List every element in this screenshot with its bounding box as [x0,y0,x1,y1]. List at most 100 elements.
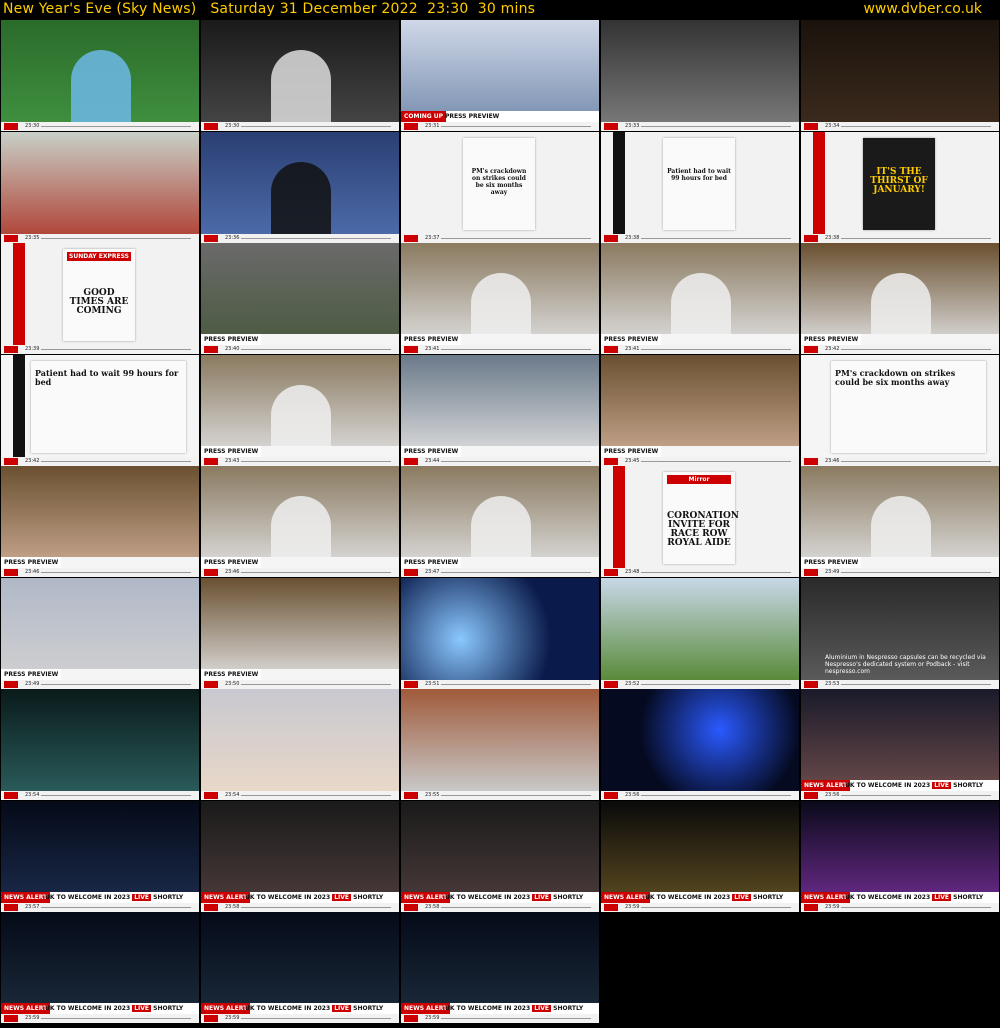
thumbnail[interactable]: NEWS ALERT UK TO WELCOME IN 2023 LIVE SHO… [401,801,599,912]
thumbnail-scene: Aluminium in Nespresso capsules can be r… [801,578,999,680]
thumbnail[interactable]: PRESS PREVIEW 23:40 [201,243,399,354]
news-ticker: 23:59 [1,1014,199,1023]
thumbnail[interactable]: 23:52 [601,578,799,689]
banner-headline: UK TO WELCOME IN 2023 LIVE SHORTLY [645,892,783,903]
thumbnail[interactable]: PRESS PREVIEW 23:41 [601,243,799,354]
thumbnail[interactable]: 23:51 [401,578,599,689]
sky-news-logo-icon [804,792,818,799]
thumbnail[interactable]: 23:35 [1,132,199,243]
thumbnail-scene [1,20,199,122]
thumbnail[interactable]: PM's crackdown on strikes could be six m… [401,132,599,243]
ticker-text-line [241,572,391,573]
thumbnail[interactable]: PRESS PREVIEW 23:46 [201,466,399,577]
thumbnail-scene: IT'S THE THIRST OF JANUARY! [801,132,999,234]
press-preview-tag: PRESS PREVIEW [801,557,862,568]
thumbnail[interactable]: SUNDAY EXPRESS GOOD TIMES ARE COMING 23:39 [1,243,199,354]
news-ticker: 23:59 [201,1014,399,1023]
ticker-time: 23:54 [225,792,240,798]
ticker-text-line [641,572,791,573]
figure-shape [271,50,331,122]
thumbnail[interactable]: 23:54 [201,689,399,800]
thumbnail[interactable]: Aluminium in Nespresso capsules can be r… [801,578,999,689]
ticker-time: 23:37 [425,235,440,241]
ticker-time: 23:59 [425,1015,440,1021]
thumbnail[interactable]: PM's crackdown on strikes could be six m… [801,355,999,466]
thumbnail[interactable]: 23:55 [401,689,599,800]
thumbnail[interactable]: 23:56 [601,689,799,800]
thumbnail[interactable]: NEWS ALERT UK TO WELCOME IN 2023 LIVE SHO… [601,801,799,912]
thumbnail[interactable]: 23:54 [1,689,199,800]
lower-third-banner: PRESS PREVIEW [601,334,799,345]
ticker-text-line [241,238,391,239]
thumbnail[interactable]: PRESS PREVIEW 23:45 [601,355,799,466]
thumbnail[interactable]: NEWS ALERT UK TO WELCOME IN 2023 LIVE SHO… [801,801,999,912]
thumbnail[interactable]: NEWS ALERT UK TO WELCOME IN 2023 LIVE SHO… [401,912,599,1023]
ticker-time: 23:58 [425,904,440,910]
paper-masthead-text: SUNDAY EXPRESS [69,253,129,260]
press-preview-tag: PRESS PREVIEW [201,669,262,680]
ticker-text-line [441,572,591,573]
banner-headline: UK TO WELCOME IN 2023 LIVE SHORTLY [445,1003,583,1014]
thumbnail-scene [601,801,799,903]
thumbnail[interactable]: NEWS ALERT UK TO WELCOME IN 2023 LIVE SHO… [1,912,199,1023]
newspaper-front-page: Patient had to wait 99 hours for bed [663,138,735,230]
thumbnail[interactable]: PRESS PREVIEW 23:42 [801,243,999,354]
thumbnail[interactable]: NEWS ALERT UK TO WELCOME IN 2023 LIVE SHO… [801,689,999,800]
ticker-text-line [41,572,191,573]
newspaper-front-page: PM's crackdown on strikes could be six m… [831,361,986,453]
thumbnail[interactable]: PRESS PREVIEW 23:43 [201,355,399,466]
live-tag: LIVE [732,894,752,901]
sky-news-logo-icon [204,346,218,353]
lower-third-banner: PRESS PREVIEW [801,334,999,345]
thumbnail[interactable]: NEWS ALERT UK TO WELCOME IN 2023 LIVE SHO… [1,801,199,912]
news-ticker: 23:51 [401,680,599,689]
newspaper-front-page: SUNDAY EXPRESS GOOD TIMES ARE COMING [63,249,135,341]
ticker-time: 23:35 [25,235,40,241]
thumbnail[interactable]: PRESS PREVIEW 23:44 [401,355,599,466]
thumbnail[interactable]: Patient had to wait 99 hours for bed 23:3… [601,132,799,243]
thumbnail[interactable]: NEWS ALERT UK TO WELCOME IN 2023 LIVE SHO… [201,912,399,1023]
thumbnail[interactable]: IT'S THE THIRST OF JANUARY! 23:38 [801,132,999,243]
thumbnail[interactable]: 23:33 [601,20,799,131]
thumbnail[interactable]: Patient had to wait 99 hours for bed 23:4… [1,355,199,466]
paper-sidebar [613,132,625,234]
ticker-text-line [841,461,991,462]
ticker-text-line [441,907,591,908]
thumbnail[interactable]: 23:36 [201,132,399,243]
thumbnail-scene [201,912,399,1014]
paper-headline: IT'S THE THIRST OF JANUARY! [870,167,928,195]
ticker-time: 23:41 [625,346,640,352]
thumbnail-scene [1,466,199,568]
thumbnail[interactable]: PRESS PREVIEW 23:49 [1,578,199,689]
ticker-text-line [841,349,991,350]
thumbnail-scene [601,20,799,122]
paper-masthead: Mirror [667,475,731,484]
thumbnail-scene [401,355,599,457]
thumbnail[interactable]: Mirror CORONATION INVITE FOR RACE ROW ROY… [601,466,799,577]
thumbnail[interactable]: 23:34 [801,20,999,131]
thumbnail[interactable]: PRESS PREVIEW 23:50 [201,578,399,689]
uk-headline: UK TO WELCOME IN 2023 [245,1005,331,1012]
thumbnail[interactable]: 23:30 [201,20,399,131]
thumbnail[interactable]: 23:30 [1,20,199,131]
ticker-text-line [241,684,391,685]
thumbnail-scene [1,912,199,1014]
news-ticker: 23:49 [801,568,999,577]
paper-sidebar [813,132,825,234]
thumbnail[interactable]: PRESS PREVIEW 23:41 [401,243,599,354]
ticker-time: 23:55 [425,792,440,798]
thumbnail[interactable]: COMING UP PRESS PREVIEW 23:31 [401,20,599,131]
uk-headline: UK TO WELCOME IN 2023 [245,894,331,901]
thumbnail-scene [201,355,399,457]
thumbnail[interactable]: PRESS PREVIEW 23:46 [1,466,199,577]
thumbnail[interactable]: PRESS PREVIEW 23:47 [401,466,599,577]
ticker-time: 23:42 [825,346,840,352]
news-ticker: 23:59 [401,1014,599,1023]
thumbnail-scene [1,801,199,903]
thumbnail[interactable]: PRESS PREVIEW 23:49 [801,466,999,577]
site-link[interactable]: www.dvber.co.uk [863,0,982,19]
ticker-text-line [441,349,591,350]
thumbnail[interactable]: NEWS ALERT UK TO WELCOME IN 2023 LIVE SHO… [201,801,399,912]
news-ticker: 23:59 [801,903,999,912]
thumbnail-scene: Patient had to wait 99 hours for bed [601,132,799,234]
